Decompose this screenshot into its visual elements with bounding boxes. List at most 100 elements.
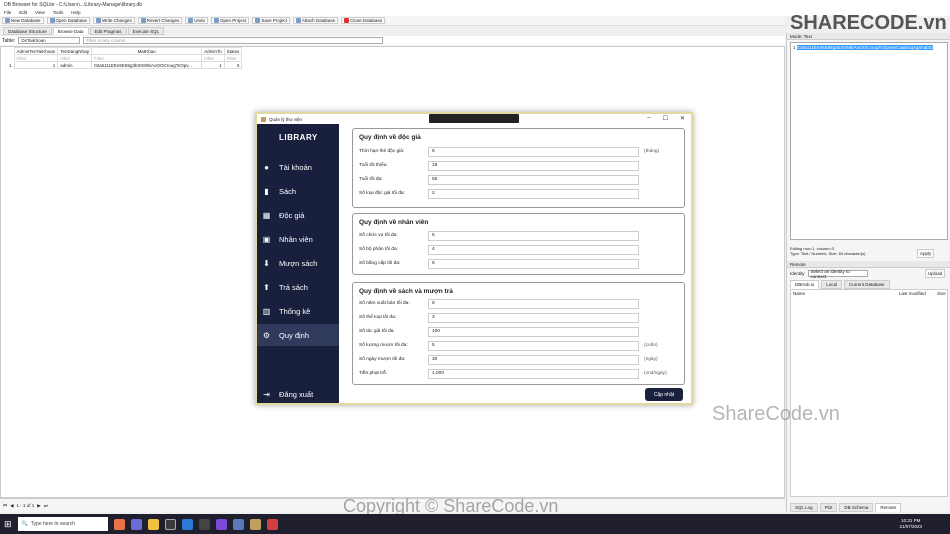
table-cell[interactable]: 0 bbox=[223, 61, 243, 69]
tab-current-database[interactable]: Current Database bbox=[844, 280, 890, 289]
late-fee-input[interactable]: 1,000 bbox=[428, 368, 639, 379]
card-duration-input[interactable]: 6 bbox=[428, 146, 639, 157]
remote-list[interactable]: Name Last modified Size bbox=[790, 289, 948, 497]
library-app-icon[interactable] bbox=[249, 518, 261, 530]
tab-remote[interactable]: Remote bbox=[875, 503, 902, 512]
open-project-icon bbox=[214, 18, 220, 23]
menu-file[interactable]: File bbox=[4, 10, 11, 15]
menu-tools[interactable]: Tools bbox=[53, 10, 64, 15]
sharecode-watermark: ShareCode.vn bbox=[712, 403, 840, 425]
tab-edit-pragmas[interactable]: Edit Pragmas bbox=[89, 27, 127, 35]
attach-database-button[interactable]: Attach Database bbox=[292, 17, 339, 24]
identity-select-value: Select an identity to connect bbox=[810, 268, 850, 279]
prev-page-icon[interactable]: ◀ bbox=[10, 503, 13, 509]
menu-view[interactable]: View bbox=[35, 10, 45, 15]
upload-button[interactable]: Upload bbox=[925, 269, 946, 278]
max-borrow-count-input[interactable]: 5 bbox=[428, 340, 639, 351]
tab-plot[interactable]: Plot bbox=[819, 503, 838, 512]
open-project-button[interactable]: Open Project bbox=[211, 17, 250, 24]
tab-dbhub[interactable]: DBHub.io bbox=[790, 280, 820, 289]
taskbar-clock[interactable]: 10:31 PM 21/07/2023 bbox=[899, 518, 922, 530]
visual-studio-icon[interactable] bbox=[215, 518, 227, 530]
global-filter-input[interactable]: Filter in any column bbox=[83, 37, 384, 44]
max-authors-input[interactable]: 100 bbox=[428, 326, 639, 337]
sidebar-item-borrow[interactable]: ⬇ Mượn sách bbox=[257, 252, 339, 274]
table-cell[interactable]: 1 bbox=[13, 61, 59, 69]
next-page-icon[interactable]: ▶ bbox=[37, 503, 40, 509]
update-button[interactable]: Cập nhật bbox=[645, 388, 683, 401]
file-explorer-icon[interactable] bbox=[147, 518, 159, 530]
global-filter-placeholder: Filter in any column bbox=[86, 38, 126, 43]
revert-changes-button[interactable]: Revert Changes bbox=[137, 17, 183, 24]
edit-status: Editing row=1, column=3 Type: Text / Num… bbox=[790, 246, 866, 256]
max-departments-input[interactable]: 4 bbox=[428, 244, 639, 255]
table-cell[interactable]: admin bbox=[57, 61, 93, 69]
maximize-icon[interactable]: ☐ bbox=[663, 115, 668, 122]
tab-execute-sql[interactable]: Execute SQL bbox=[127, 27, 165, 35]
table-cell[interactable]: 02a5111EEe5E86g3bX0S8bAoOOCrougTcOpv... bbox=[91, 61, 203, 69]
max-reader-types-input[interactable]: 2 bbox=[428, 188, 639, 199]
max-degrees-input[interactable]: 6 bbox=[428, 258, 639, 269]
undo-button[interactable]: Undo bbox=[185, 17, 209, 24]
max-publish-years-input[interactable]: 8 bbox=[428, 298, 639, 309]
max-positions-input[interactable]: 5 bbox=[428, 230, 639, 241]
app-icon-2[interactable] bbox=[198, 518, 210, 530]
open-database-button[interactable]: Open Database bbox=[46, 17, 91, 24]
column-header[interactable]: AdminTo bbox=[201, 47, 225, 55]
tab-db-schema[interactable]: DB Schema bbox=[839, 503, 874, 512]
column-filter-input[interactable]: Filter bbox=[91, 54, 203, 62]
column-filter-input[interactable]: Filter bbox=[223, 54, 243, 62]
menu-edit[interactable]: Edit bbox=[19, 10, 27, 15]
column-header[interactable]: MatKhau bbox=[91, 47, 203, 55]
save-project-button[interactable]: Save Project bbox=[252, 17, 290, 24]
sidebar-item-account[interactable]: ● Tài khoản bbox=[257, 156, 339, 178]
minimize-icon[interactable]: – bbox=[647, 115, 650, 122]
sidebar-item-statistics[interactable]: ▥ Thống kê bbox=[257, 300, 339, 322]
apply-button[interactable]: Apply bbox=[917, 249, 935, 258]
window-controls: – ☐ ✕ bbox=[647, 115, 685, 122]
column-filter-input[interactable]: Filter bbox=[13, 54, 59, 62]
table-select[interactable]: DsTaiKhoan bbox=[18, 37, 81, 44]
vscode-icon[interactable] bbox=[181, 518, 193, 530]
sidebar-item-rules[interactable]: ⚙ Quy định bbox=[257, 324, 339, 346]
table-cell[interactable]: 1 bbox=[201, 61, 225, 69]
tab-local[interactable]: Local bbox=[821, 280, 843, 289]
sidebar-item-readers[interactable]: ▦ Độc giả bbox=[257, 204, 339, 226]
db-browser-icon[interactable] bbox=[232, 518, 244, 530]
menu-help[interactable]: Help bbox=[71, 10, 80, 15]
widgets-icon[interactable] bbox=[113, 518, 125, 530]
edge-browser-icon[interactable] bbox=[164, 518, 176, 530]
identity-select[interactable]: Select an identity to connect bbox=[807, 268, 868, 279]
min-age-input[interactable]: 18 bbox=[428, 160, 639, 171]
table-header-row: AdminTenTaiKhoan TenDangNhap MatKhau Adm… bbox=[7, 47, 243, 55]
first-page-icon[interactable]: ⏮ bbox=[3, 503, 7, 508]
app-icon-3[interactable] bbox=[266, 518, 278, 530]
close-icon[interactable]: ✕ bbox=[680, 115, 685, 122]
logout-button[interactable]: ⇥ Đăng xuất bbox=[257, 383, 339, 405]
tab-sql-log[interactable]: SQL Log bbox=[790, 503, 818, 512]
sidebar-item-staff[interactable]: ▣ Nhân viên bbox=[257, 228, 339, 250]
app-icon[interactable] bbox=[130, 518, 142, 530]
new-database-button[interactable]: New Database bbox=[2, 17, 44, 24]
tab-database-structure[interactable]: Database Structure bbox=[3, 27, 52, 35]
last-page-icon[interactable]: ⏭ bbox=[44, 503, 48, 508]
sidebar-item-books[interactable]: ▮ Sách bbox=[257, 180, 339, 202]
write-changes-button[interactable]: Write Changes bbox=[93, 17, 135, 24]
column-filter-input[interactable]: Filter bbox=[57, 54, 93, 62]
tab-browse-data[interactable]: Browse Data bbox=[52, 27, 89, 35]
cell-editor[interactable]: 1 02a5111EEe5E86g3bX0S8bAoOOCrougTcOpv5n… bbox=[790, 42, 948, 240]
max-borrow-days-input[interactable]: 30 bbox=[428, 354, 639, 365]
table-row[interactable]: 1 1 admin 02a5111EEe5E86g3bX0S8bAoOOCrou… bbox=[7, 61, 243, 69]
column-filter-input[interactable]: Filter bbox=[201, 54, 225, 62]
windows-start-icon[interactable]: ⊞ bbox=[4, 519, 12, 530]
screen-recorder-toolbar[interactable] bbox=[429, 114, 519, 123]
column-header[interactable]: TenDangNhap bbox=[57, 47, 93, 55]
sidebar-item-return[interactable]: ⬆ Trả sách bbox=[257, 276, 339, 298]
column-header[interactable]: AdminTenTaiKhoan bbox=[13, 47, 59, 55]
staff-badge-icon: ▣ bbox=[262, 234, 271, 244]
close-database-button[interactable]: Close Database bbox=[341, 17, 386, 24]
max-genres-input[interactable]: 3 bbox=[428, 312, 639, 323]
taskbar-search[interactable]: 🔍 Type here to search bbox=[17, 517, 108, 531]
max-age-input[interactable]: 55 bbox=[428, 174, 639, 185]
column-header[interactable]: Status bbox=[223, 47, 243, 55]
